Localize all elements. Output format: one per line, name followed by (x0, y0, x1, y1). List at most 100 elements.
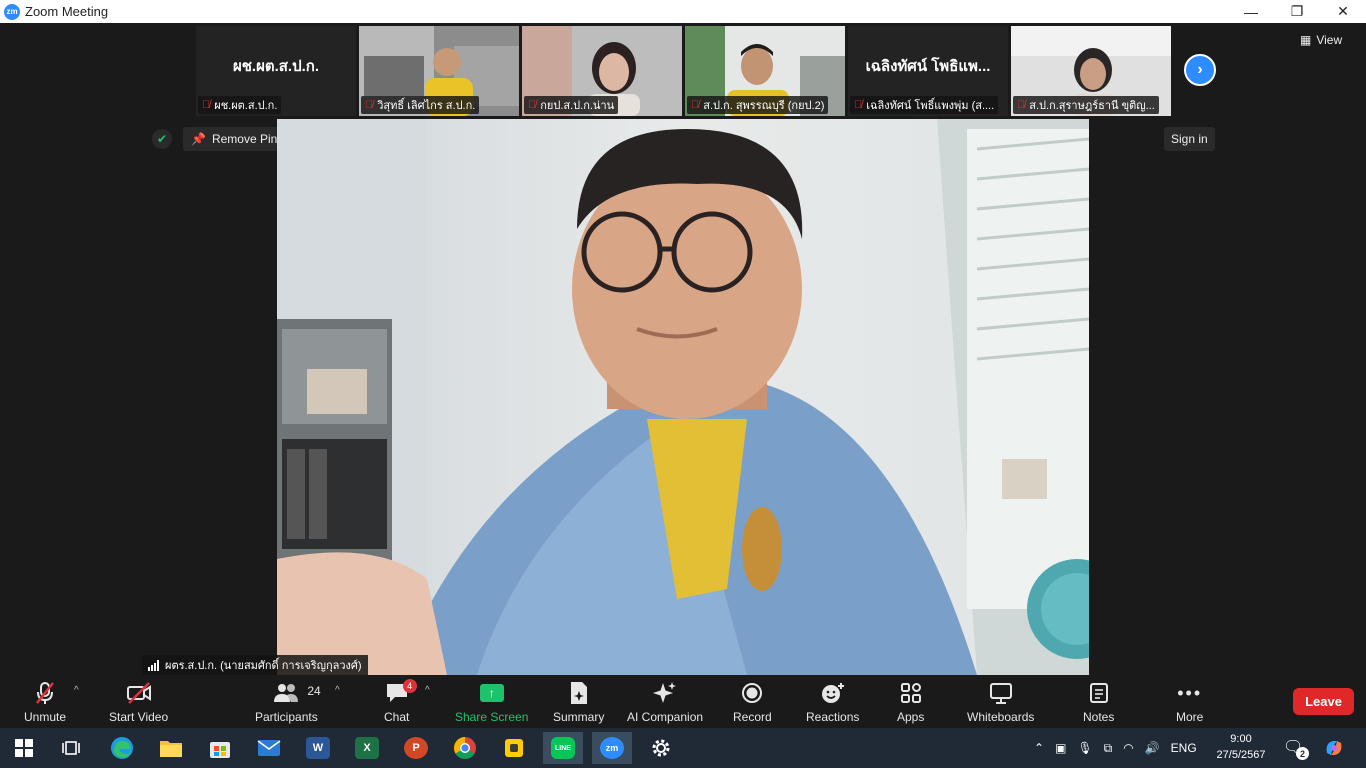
more-button[interactable]: ••• More (1176, 679, 1204, 725)
view-label: View (1316, 33, 1343, 47)
summary-icon (569, 679, 589, 707)
participant-tile[interactable]: เฉลิงทัศน์ โพธิแพ... 🎙̸ เฉลิงทัศน์ โพธิ์แ… (848, 26, 1008, 116)
participant-label: 🎙̸ ส.ป.ก.สุราษฎร์ธานี ขุติญ... (1013, 96, 1159, 114)
sticky-notes-icon[interactable] (494, 732, 534, 764)
participants-options-caret[interactable]: ^ (335, 685, 340, 696)
participants-count: 24 (307, 684, 321, 698)
reactions-button[interactable]: Reactions (806, 679, 859, 724)
whiteboards-label: Whiteboards (967, 710, 1035, 724)
notes-button[interactable]: Notes (1083, 679, 1114, 724)
volume-icon[interactable]: 🔊 (1145, 741, 1160, 755)
whiteboards-button[interactable]: Whiteboards (967, 679, 1034, 724)
sign-in-button[interactable]: Sign in (1164, 127, 1215, 151)
excel-icon[interactable]: X (347, 732, 387, 764)
windows-start-icon[interactable] (4, 732, 44, 764)
settings-gear-icon[interactable] (641, 732, 681, 764)
edge-browser-icon[interactable] (102, 732, 142, 764)
mic-muted-icon: 🎙̸ (528, 99, 537, 111)
remove-pin-button[interactable]: 📌 Remove Pin (183, 127, 286, 151)
clock-date: 27/5/2567 (1216, 749, 1266, 761)
file-explorer-icon[interactable] (151, 732, 191, 764)
participant-name: วิสุทธิ์ เลิศไกร ส.ป.ก. (377, 100, 476, 112)
taskbar-clock[interactable]: 9:00 27/5/2567 (1212, 731, 1270, 763)
chrome-icon[interactable] (445, 732, 485, 764)
participant-name: กยป.ส.ป.ก.น่าน (540, 100, 615, 112)
mic-muted-icon: 🎙̸ (202, 99, 211, 111)
participant-tile[interactable]: 🎙̸ กยป.ส.ป.ก.น่าน (522, 26, 682, 116)
tray-overflow-chevron-icon[interactable]: ⌃ (1034, 741, 1044, 755)
word-icon[interactable]: W (298, 732, 338, 764)
share-screen-icon: ↑ (479, 679, 504, 707)
video-off-icon (126, 679, 152, 707)
task-view-icon[interactable] (51, 732, 91, 764)
chat-button[interactable]: 4 Chat (384, 679, 417, 724)
start-video-label: Start Video (109, 710, 169, 724)
participant-tile[interactable]: 🎙̸ ส.ป.ก. สุพรรณบุรี (กยป.2) (685, 26, 845, 116)
notes-icon (1089, 679, 1109, 707)
signal-strength-icon (148, 659, 159, 671)
pin-icon: 📌 (191, 132, 206, 146)
participants-button[interactable]: 24 Participants (255, 679, 321, 724)
input-language[interactable]: ENG (1171, 741, 1197, 755)
participant-label: 🎙̸ ผช.ผต.ส.ป.ก. (198, 96, 282, 114)
start-video-button[interactable]: Start Video (109, 679, 168, 724)
audio-options-caret[interactable]: ^ (74, 685, 79, 696)
gallery-strip: ผช.ผต.ส.ป.ก. 🎙̸ ผช.ผต.ส.ป.ก. 🎙̸ วิสุทธิ์ เ… (196, 26, 1171, 116)
share-screen-button[interactable]: ↑ Share Screen (455, 679, 528, 724)
chat-options-caret[interactable]: ^ (425, 685, 430, 696)
meeting-toolbar: Unmute ^ Start Video 24 Participants ^ 4… (0, 675, 1366, 728)
participant-name: ผช.ผต.ส.ป.ก. (214, 100, 278, 112)
meet-now-icon[interactable]: ▣ (1055, 741, 1066, 755)
display-icon[interactable]: ⧉ (1104, 741, 1113, 756)
ai-companion-button[interactable]: AI Companion (627, 679, 703, 724)
chat-label: Chat (384, 710, 410, 724)
notifications-count: 2 (1296, 747, 1309, 760)
mic-muted-icon (34, 679, 56, 707)
participant-label: 🎙̸ วิสุทธิ์ เลิศไกร ส.ป.ก. (361, 96, 480, 114)
line-app-icon[interactable]: LINE (543, 732, 583, 764)
participant-display-name: ผช.ผต.ส.ป.ก. (232, 58, 320, 75)
apps-label: Apps (897, 710, 925, 724)
participant-tile[interactable]: 🎙̸ ส.ป.ก.สุราษฎร์ธานี ขุติญ... (1011, 26, 1171, 116)
mail-icon[interactable] (249, 732, 289, 764)
close-button[interactable]: ✕ (1320, 0, 1366, 23)
apps-button[interactable]: Apps (897, 679, 924, 724)
minimize-button[interactable]: — (1228, 0, 1274, 23)
participant-tile[interactable]: ผช.ผต.ส.ป.ก. 🎙̸ ผช.ผต.ส.ป.ก. (196, 26, 356, 116)
summary-button[interactable]: Summary (553, 679, 604, 724)
unmute-button[interactable]: Unmute (24, 679, 66, 724)
mic-muted-icon: 🎙̸ (365, 99, 374, 111)
participant-tile[interactable]: 🎙̸ วิสุทธิ์ เลิศไกร ส.ป.ก. (359, 26, 519, 116)
more-label: More (1176, 710, 1204, 724)
participant-name: ส.ป.ก.สุราษฎร์ธานี ขุติญ... (1029, 100, 1155, 112)
emoji-add-icon (821, 679, 845, 707)
apps-icon (900, 679, 922, 707)
record-button[interactable]: Record (733, 679, 772, 724)
next-page-button[interactable]: › (1184, 54, 1216, 86)
meeting-stage: ผช.ผต.ส.ป.ก. 🎙̸ ผช.ผต.ส.ป.ก. 🎙̸ วิสุทธิ์ เ… (0, 23, 1366, 675)
share-screen-label: Share Screen (455, 710, 529, 724)
zoom-app-icon[interactable]: zm (592, 732, 632, 764)
microphone-icon[interactable]: 🎙 (1077, 741, 1092, 755)
participant-label: 🎙̸ เฉลิงทัศน์ โพธิ์แพงพุ่ม (ส.... (850, 96, 999, 114)
summary-label: Summary (553, 710, 605, 724)
notes-label: Notes (1083, 710, 1115, 724)
speaker-video-frame (277, 119, 1089, 675)
microsoft-store-icon[interactable] (200, 732, 240, 764)
mic-muted-icon: 🎙̸ (854, 99, 863, 111)
participant-display-name: เฉลิงทัศน์ โพธิแพ... (865, 58, 991, 75)
speaker-name-label: ผตร.ส.ป.ก. (นายสมศักดิ์ การเจริญกุลวงศ์) (142, 655, 368, 675)
security-shield-icon[interactable]: ✔ (152, 129, 172, 149)
grid-view-icon: ▦ (1300, 33, 1312, 47)
leave-button[interactable]: Leave (1293, 688, 1354, 715)
participant-name: ส.ป.ก. สุพรรณบุรี (กยป.2) (703, 100, 825, 112)
speaker-name: ผตร.ส.ป.ก. (นายสมศักดิ์ การเจริญกุลวงศ์) (165, 660, 362, 672)
wifi-icon[interactable]: ◠ (1123, 741, 1133, 755)
main-speaker-video[interactable] (277, 119, 1089, 675)
view-button[interactable]: ▦ View (1300, 33, 1342, 47)
record-icon (741, 679, 763, 707)
restore-button[interactable]: ❐ (1274, 0, 1320, 23)
copilot-icon[interactable] (1314, 732, 1354, 764)
window-controls: — ❐ ✕ (1228, 0, 1366, 23)
powerpoint-icon[interactable]: P (396, 732, 436, 764)
